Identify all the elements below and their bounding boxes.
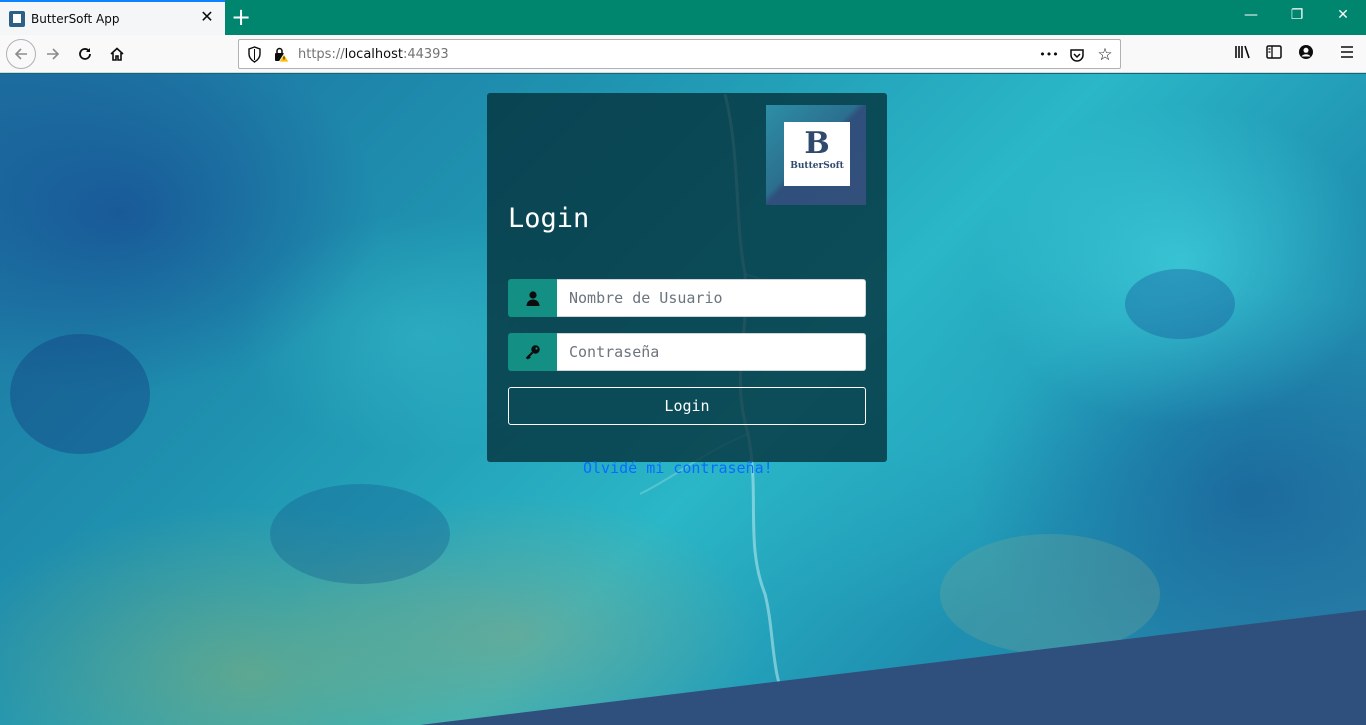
tab-strip: ButterSoft App ✕ + — ❐ ✕ xyxy=(0,0,1366,35)
url-bar[interactable]: https://localhost:44393 ••• ☆ xyxy=(238,39,1121,69)
navigation-toolbar: https://localhost:44393 ••• ☆ xyxy=(0,35,1366,73)
logo-badge: B ButterSoft xyxy=(784,122,850,186)
menu-hamburger-icon[interactable] xyxy=(1336,44,1358,64)
login-title: Login xyxy=(508,203,590,234)
close-window-button[interactable]: ✕ xyxy=(1320,0,1366,33)
login-page-background: B ButterSoft Login Nombre de Usuario Log… xyxy=(0,74,1366,725)
arrow-right-icon xyxy=(47,48,60,60)
buttersoft-logo: B ButterSoft xyxy=(766,105,866,205)
forgot-password-link[interactable]: Olvidé mi contraseña! xyxy=(583,459,773,477)
key-icon xyxy=(508,333,557,371)
reload-button[interactable] xyxy=(70,39,100,69)
lock-warning-icon[interactable] xyxy=(273,46,290,63)
url-text[interactable]: https://localhost:44393 xyxy=(298,47,449,62)
login-button[interactable]: Login xyxy=(508,387,866,425)
login-card: B ButterSoft Login Nombre de Usuario Log… xyxy=(487,93,887,462)
url-scheme: https:// xyxy=(298,47,345,62)
password-input[interactable] xyxy=(557,333,866,371)
library-icon[interactable] xyxy=(1232,44,1254,64)
username-group xyxy=(508,279,866,317)
arrow-left-icon xyxy=(14,48,27,60)
restore-button[interactable]: ❐ xyxy=(1274,0,1320,33)
minimize-button[interactable]: — xyxy=(1228,0,1274,33)
bookmark-star-icon[interactable]: ☆ xyxy=(1095,45,1115,65)
favicon-icon xyxy=(9,10,25,27)
tab-buttersoft-app[interactable]: ButterSoft App ✕ xyxy=(0,0,225,35)
tab-title: ButterSoft App xyxy=(31,11,120,26)
new-tab-button[interactable]: + xyxy=(229,3,253,31)
sidebar-icon[interactable] xyxy=(1263,44,1285,64)
page-actions-menu-icon[interactable]: ••• xyxy=(1039,45,1059,65)
url-port: :44393 xyxy=(402,47,449,62)
logo-name: ButterSoft xyxy=(790,161,844,171)
user-icon xyxy=(508,279,557,317)
home-button[interactable] xyxy=(102,39,132,69)
password-group xyxy=(508,333,866,371)
forward-button[interactable] xyxy=(38,39,68,69)
back-button[interactable] xyxy=(6,39,36,69)
home-icon xyxy=(110,47,124,61)
logo-letter: B xyxy=(804,126,830,161)
shield-icon[interactable] xyxy=(247,46,262,63)
account-icon[interactable] xyxy=(1295,44,1317,64)
tab-close-icon[interactable]: ✕ xyxy=(198,9,216,27)
url-host: localhost xyxy=(344,47,403,62)
username-input[interactable] xyxy=(557,279,866,317)
pocket-icon[interactable] xyxy=(1067,45,1087,65)
reload-icon xyxy=(79,48,91,60)
